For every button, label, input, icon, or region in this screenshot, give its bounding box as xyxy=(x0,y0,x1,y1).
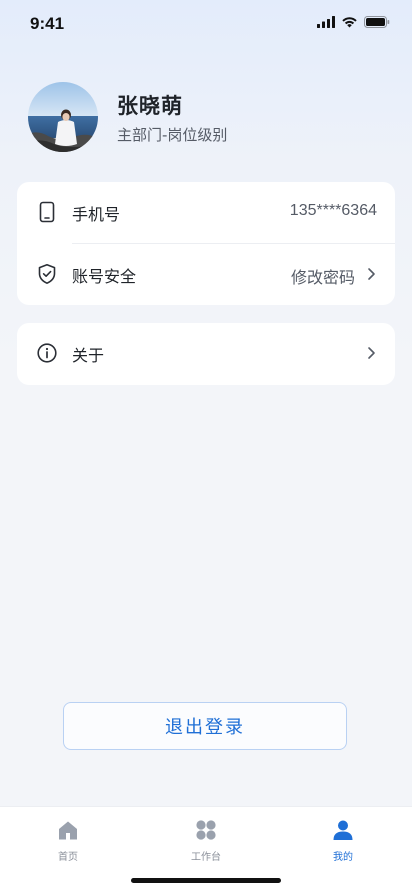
avatar[interactable] xyxy=(28,82,98,152)
chevron-right-icon xyxy=(368,268,375,280)
account-info-card: 手机号 135****6364 账号安全 修改密码 xyxy=(17,182,395,305)
shield-check-icon xyxy=(38,264,56,284)
account-security-row[interactable]: 账号安全 修改密码 xyxy=(17,244,395,305)
home-icon xyxy=(59,821,77,840)
phone-row: 手机号 135****6364 xyxy=(17,182,395,243)
status-icons xyxy=(317,16,390,28)
about-card: 关于 xyxy=(17,323,395,385)
tab-workbench-label: 工作台 xyxy=(191,852,221,863)
tab-home-label: 首页 xyxy=(58,852,78,863)
phone-value: 135****6364 xyxy=(289,202,377,219)
status-time: 9:41 xyxy=(30,14,65,33)
tab-mine[interactable]: 我的 xyxy=(303,819,383,867)
about-label: 关于 xyxy=(72,346,105,365)
tab-home[interactable]: 首页 xyxy=(28,819,108,867)
wifi-icon xyxy=(342,17,357,28)
phone-icon xyxy=(39,201,55,223)
phone-label: 手机号 xyxy=(72,205,121,224)
info-icon xyxy=(37,343,57,363)
grid-icon xyxy=(196,820,216,840)
user-icon xyxy=(333,820,353,840)
avatar-photo xyxy=(28,82,98,152)
user-department: 主部门-岗位级别 xyxy=(117,126,228,144)
account-security-label: 账号安全 xyxy=(72,267,137,286)
chevron-right-icon xyxy=(368,347,375,359)
tab-workbench[interactable]: 工作台 xyxy=(166,819,246,867)
profile-header: 张晓萌 主部门-岗位级别 xyxy=(28,82,388,154)
about-row[interactable]: 关于 xyxy=(17,323,395,384)
tab-mine-label: 我的 xyxy=(333,852,353,863)
logout-button[interactable]: 退出登录 xyxy=(63,702,347,750)
home-indicator xyxy=(131,878,281,883)
page-background xyxy=(0,0,412,360)
user-name: 张晓萌 xyxy=(117,94,183,118)
cellular-signal-icon xyxy=(317,16,335,28)
change-password-link[interactable]: 修改密码 xyxy=(291,264,355,288)
battery-icon xyxy=(364,16,390,28)
status-bar: 9:41 xyxy=(0,0,412,48)
